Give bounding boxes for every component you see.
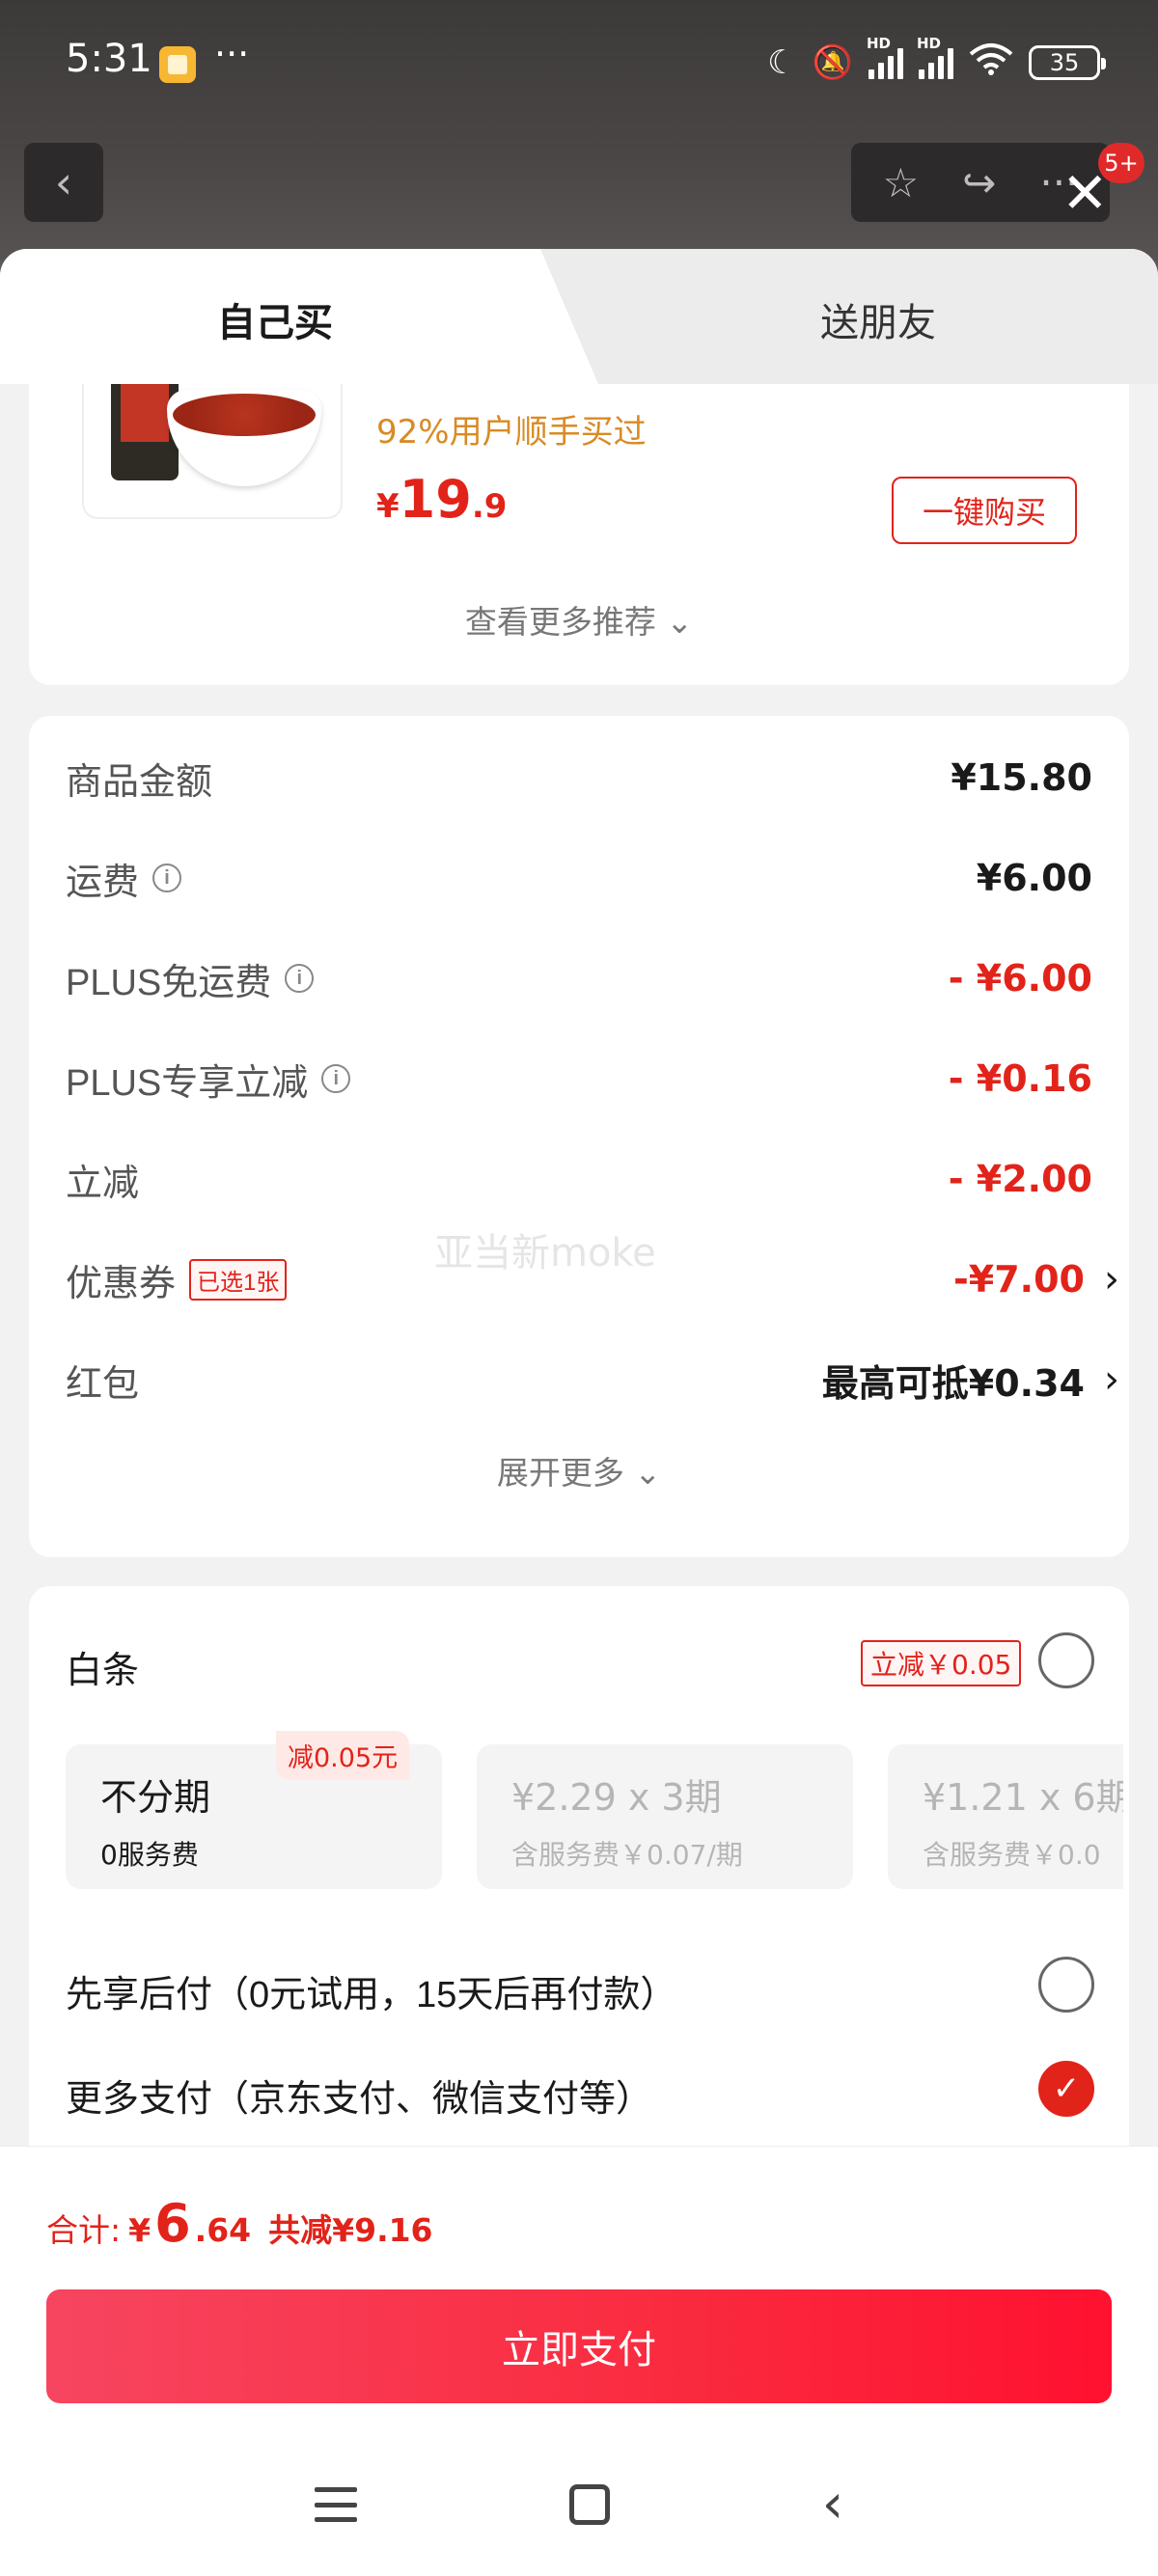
one-click-buy-button[interactable]: 一键购买: [892, 477, 1077, 544]
sauce-bowl-image: [167, 390, 321, 486]
baitiao-radio[interactable]: [1038, 1632, 1094, 1688]
back-icon[interactable]: ‹: [822, 2478, 843, 2532]
more-notifications-icon: ···: [214, 33, 250, 75]
mute-icon: 🔕: [812, 43, 853, 82]
battery-icon: 35: [1029, 45, 1106, 80]
status-icons: ☾ 🔕 HD HD 35: [767, 35, 1106, 87]
more-payment-check-icon[interactable]: ✓: [1038, 2061, 1094, 2117]
baitiao-title: 白条: [66, 1649, 140, 1691]
share-icon[interactable]: ↪: [962, 159, 996, 206]
fee-row-shipping: 运费 i ¥6.00: [66, 857, 1092, 903]
wifi-icon: [969, 42, 1013, 84]
fee-row-goods: 商品金额 ¥15.80: [66, 756, 1092, 803]
star-icon[interactable]: ☆: [883, 159, 920, 206]
info-icon[interactable]: i: [321, 1064, 351, 1093]
payment-method-card: 白条 立减￥0.05 不分期 0服务费 ¥2.29 x 3期 含服务费￥0.07…: [29, 1586, 1129, 2165]
info-icon[interactable]: i: [152, 863, 182, 892]
pay-now-button[interactable]: 立即支付: [46, 2289, 1112, 2403]
plan-discount-badge: 减0.05元: [276, 1731, 410, 1780]
info-icon[interactable]: i: [285, 964, 315, 993]
plan-6-installments[interactable]: ¥1.21 x 6期 含服务费￥0.0: [888, 1744, 1123, 1889]
installment-plans: 不分期 0服务费 ¥2.29 x 3期 含服务费￥0.07/期 ¥1.21 x …: [66, 1744, 1123, 1889]
home-icon[interactable]: [568, 2484, 610, 2525]
fee-row-red-packet[interactable]: 红包 最高可抵¥0.34 ›: [66, 1351, 1119, 1409]
system-nav-bar: ‹: [0, 2461, 1158, 2548]
hd-label: HD: [867, 35, 892, 52]
baitiao-discount-tag: 立减￥0.05: [861, 1640, 1022, 1686]
plan-3-installments[interactable]: ¥2.29 x 3期 含服务费￥0.07/期: [477, 1744, 853, 1889]
close-icon[interactable]: ✕: [1062, 164, 1109, 222]
back-button[interactable]: ‹: [24, 143, 103, 222]
signal-icon-2: HD: [917, 35, 953, 79]
hd-label-2: HD: [917, 35, 942, 52]
notification-app-icon: [159, 46, 196, 83]
fee-row-plus-free-shipping: PLUS免运费 i - ¥6.00: [66, 957, 1092, 1003]
total-saved: 共减¥9.16: [268, 2211, 433, 2249]
price-breakdown-card: 商品金额 ¥15.80 运费 i ¥6.00 PLUS免运费 i - ¥6.00 P…: [29, 716, 1129, 1557]
fee-row-plus-discount: PLUS专享立减 i - ¥0.16: [66, 1057, 1092, 1104]
fee-row-instant-discount: 立减 - ¥2.00: [66, 1158, 1092, 1204]
signal-icon: HD: [867, 35, 903, 79]
coupon-selected-tag: 已选1张: [189, 1258, 288, 1301]
tab-self-buy[interactable]: 自己买: [217, 291, 333, 347]
chevron-right-icon: ›: [1104, 1357, 1119, 1402]
status-time: 5:31: [66, 37, 152, 81]
checkout-bottom-bar: 合计: ¥6.64 共减¥9.16 立即支付 ‹: [0, 2146, 1158, 2576]
status-bar: 5:31 ··· ☾ 🔕 HD HD 35: [0, 0, 1158, 130]
expand-more[interactable]: 展开更多 ⌄: [29, 1447, 1129, 1494]
tab-bar: 自己买 送朋友: [0, 249, 1158, 384]
recommendation-card: 92%用户顺手买过 ¥19.9 一键购买 查看更多推荐 ⌄: [29, 384, 1129, 685]
see-more-recommendations[interactable]: 查看更多推荐 ⌄: [29, 596, 1129, 643]
rec-price: ¥19.9: [376, 469, 508, 530]
sauce-jar-image: [111, 384, 179, 480]
fee-row-coupon[interactable]: 优惠券 已选1张 -¥7.00 ›: [66, 1250, 1119, 1308]
product-thumbnail[interactable]: [82, 384, 343, 519]
rec-tagline: 92%用户顺手买过: [376, 413, 647, 452]
order-total: 合计: ¥6.64 共减¥9.16: [46, 2193, 433, 2254]
chevron-right-icon: ›: [1104, 1257, 1119, 1302]
moon-icon: ☾: [767, 43, 797, 82]
tab-gift-friend[interactable]: 送朋友: [820, 291, 936, 347]
more-payment-option[interactable]: 更多支付（京东支付、微信支付等）: [66, 2069, 652, 2122]
pay-later-option[interactable]: 先享后付（0元试用，15天后再付款）: [66, 1964, 676, 2017]
pay-later-radio[interactable]: [1038, 1957, 1094, 2013]
menu-icon[interactable]: [314, 2487, 357, 2522]
